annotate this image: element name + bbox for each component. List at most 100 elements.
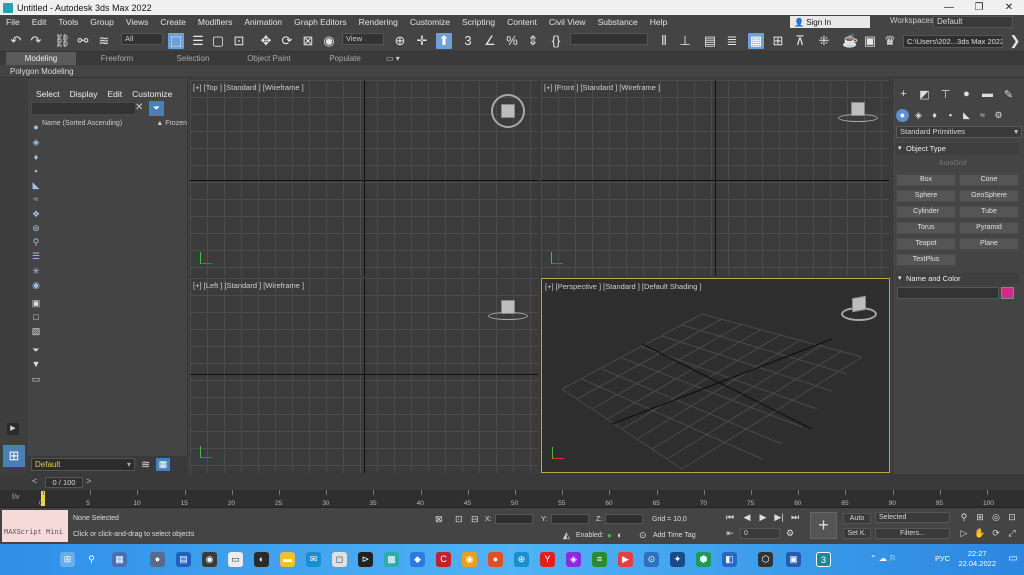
app-icon-16[interactable]: ⊙ [644,552,659,567]
bind-spacewarp-icon[interactable]: ≋ [96,33,112,49]
tab-selection[interactable]: Selection [158,52,228,65]
clear-search-icon[interactable]: ✕ [135,102,143,113]
teapot-button[interactable]: Teapot [896,238,956,250]
unlink-icon[interactable]: ⚯ [75,33,91,49]
named-selection-sets-dropdown[interactable] [570,33,648,45]
column-frozen-header[interactable]: ▲ Frozen [156,120,187,130]
object-color-swatch[interactable] [1001,287,1014,299]
menu-rendering[interactable]: Rendering [353,17,404,27]
explorer-icon[interactable]: ▬ [280,552,295,567]
redo-icon[interactable]: ↷ [28,33,44,49]
cone-button[interactable]: Cone [959,174,1019,186]
workspace-dropdown[interactable]: Default [933,16,1013,28]
tube-button[interactable]: Tube [959,206,1019,218]
modify-tab-icon[interactable]: ◩ [918,88,931,101]
overflow-menu-icon[interactable]: ❯ [1007,33,1023,49]
textplus-button[interactable]: TextPlus [896,254,956,266]
app-icon-9[interactable]: ▩ [384,552,399,567]
keyboard-shortcut-override-icon[interactable]: ⬆ [436,33,452,49]
undo-icon[interactable]: ↶ [8,33,24,49]
app-icon-5[interactable]: ◐ [254,552,269,567]
lock-selection-icon[interactable]: ⊡ [455,514,463,525]
display-tab-icon[interactable]: ▬ [981,88,994,101]
hierarchy-tab-icon[interactable]: ⊤ [939,88,952,101]
helpers-icon[interactable]: ◣ [960,109,973,122]
app-icon-17[interactable]: ✦ [670,552,685,567]
create-tab-icon[interactable]: + [897,88,910,101]
viewport-layout-icon[interactable]: ⊞ [3,445,25,467]
time-tag-toggle-icon[interactable]: ◐ [617,530,622,540]
enabled-indicator[interactable]: ● [607,531,612,540]
render-production-icon[interactable]: ♛ [882,33,898,49]
time-tag-icon[interactable]: ⊙ [639,530,647,541]
systems-icon[interactable]: ⚙ [992,109,1005,122]
menu-file[interactable]: File [0,17,26,27]
angle-snap-icon[interactable]: ∠ [482,33,498,49]
layers-icon[interactable]: ≋ [141,458,150,471]
display-xrefs-icon[interactable]: ⚲ [30,236,42,248]
tab-populate[interactable]: Populate [310,52,380,65]
sphere-button[interactable]: Sphere [896,190,956,202]
menu-edit[interactable]: Edit [26,17,53,27]
set-key-button[interactable]: Set K. [843,528,871,539]
viewcube-icon[interactable] [851,102,865,116]
go-to-end-icon[interactable]: ⏭ [789,512,801,523]
selection-filter-dropdown[interactable]: All [121,33,163,45]
utilities-tab-icon[interactable]: ✎ [1002,88,1015,101]
display-shapes-icon[interactable]: ♦ [30,151,42,163]
tab-object-paint[interactable]: Object Paint [234,52,304,65]
viewport-front[interactable]: [+] [Front ] [Standard ] [Wireframe ] [541,80,889,276]
app-icon-13[interactable]: ◈ [566,552,581,567]
menu-tools[interactable]: Tools [52,17,84,27]
expand-arrow-icon[interactable]: ▶ [7,423,19,435]
minimize-button[interactable]: — [934,0,964,15]
snaps-toggle-icon[interactable]: 3 [460,33,476,49]
maximize-viewport-icon[interactable]: ⤢ [1006,528,1018,539]
viewport-top[interactable]: [+] [Top ] [Standard ] [Wireframe ] [190,80,538,276]
tray-icons[interactable]: ⌃ ☁ ⚐ [870,554,896,563]
curve-editor-icon[interactable]: ⊞ [770,33,786,49]
viewport-top-label[interactable]: [+] [Top ] [Standard ] [Wireframe ] [193,83,304,92]
windows-start-icon[interactable]: ⊞ [60,552,75,567]
menu-scripting[interactable]: Scripting [456,17,501,27]
app-icon-8[interactable]: ⊳ [358,552,373,567]
app-icon-18[interactable]: ⬢ [696,552,711,567]
menu-customize[interactable]: Customize [404,17,456,27]
sign-in-dropdown[interactable]: 👤 Sign In [790,16,870,28]
layer-manager-icon[interactable]: ▭ [30,373,42,385]
window-crossing-icon[interactable]: ⊡ [231,33,247,49]
rotate-icon[interactable]: ⟳ [279,33,295,49]
select-manipulate-icon[interactable]: ✛ [414,33,430,49]
app-icon-20[interactable]: ⬡ [758,552,773,567]
geosphere-button[interactable]: GeoSphere [959,190,1019,202]
material-editor-icon[interactable]: ⁜ [816,33,832,49]
zoom-icon[interactable]: ⚲ [958,512,970,523]
yandex-icon[interactable]: Y [540,552,555,567]
app-icon-6[interactable]: ✉ [306,552,321,567]
filter-toggle-icon[interactable]: ▼ [30,358,42,370]
autogrid-checkbox[interactable]: AutoGrid [939,160,967,167]
app-icon-4[interactable]: ▭ [228,552,243,567]
mirror-icon[interactable]: ⫴ [656,33,672,49]
link-icon[interactable]: ⛓ [54,33,71,49]
menu-substance[interactable]: Substance [592,17,644,27]
pivot-center-icon[interactable]: ⊕ [392,33,408,49]
object-name-field[interactable] [897,287,999,299]
zoom-all-icon[interactable]: ⊞ [974,512,986,523]
geometry-icon[interactable]: ● [896,109,909,122]
percent-snap-icon[interactable]: % [504,33,520,49]
filter-icon[interactable]: ⏷ [149,101,164,116]
current-frame-field[interactable]: 0 [740,528,780,539]
display-visibility-icon[interactable]: ◉ [30,279,42,291]
cylinder-button[interactable]: Cylinder [896,206,956,218]
app-icon-3[interactable]: ◉ [202,552,217,567]
menu-graph-editors[interactable]: Graph Editors [288,17,352,27]
field-of-view-icon[interactable]: ▷ [958,528,970,539]
key-filters-button[interactable]: Filters... [875,528,950,539]
tab-modeling[interactable]: Modeling [6,52,76,65]
ribbon-options-icon[interactable]: ▭ ▾ [386,54,400,63]
app-icon-14[interactable]: ≡ [592,552,607,567]
scene-menu-display[interactable]: Display [70,89,98,99]
maxscript-listener[interactable]: MAXScript Mini [2,510,68,542]
orbit-icon[interactable]: ⟳ [990,528,1002,539]
